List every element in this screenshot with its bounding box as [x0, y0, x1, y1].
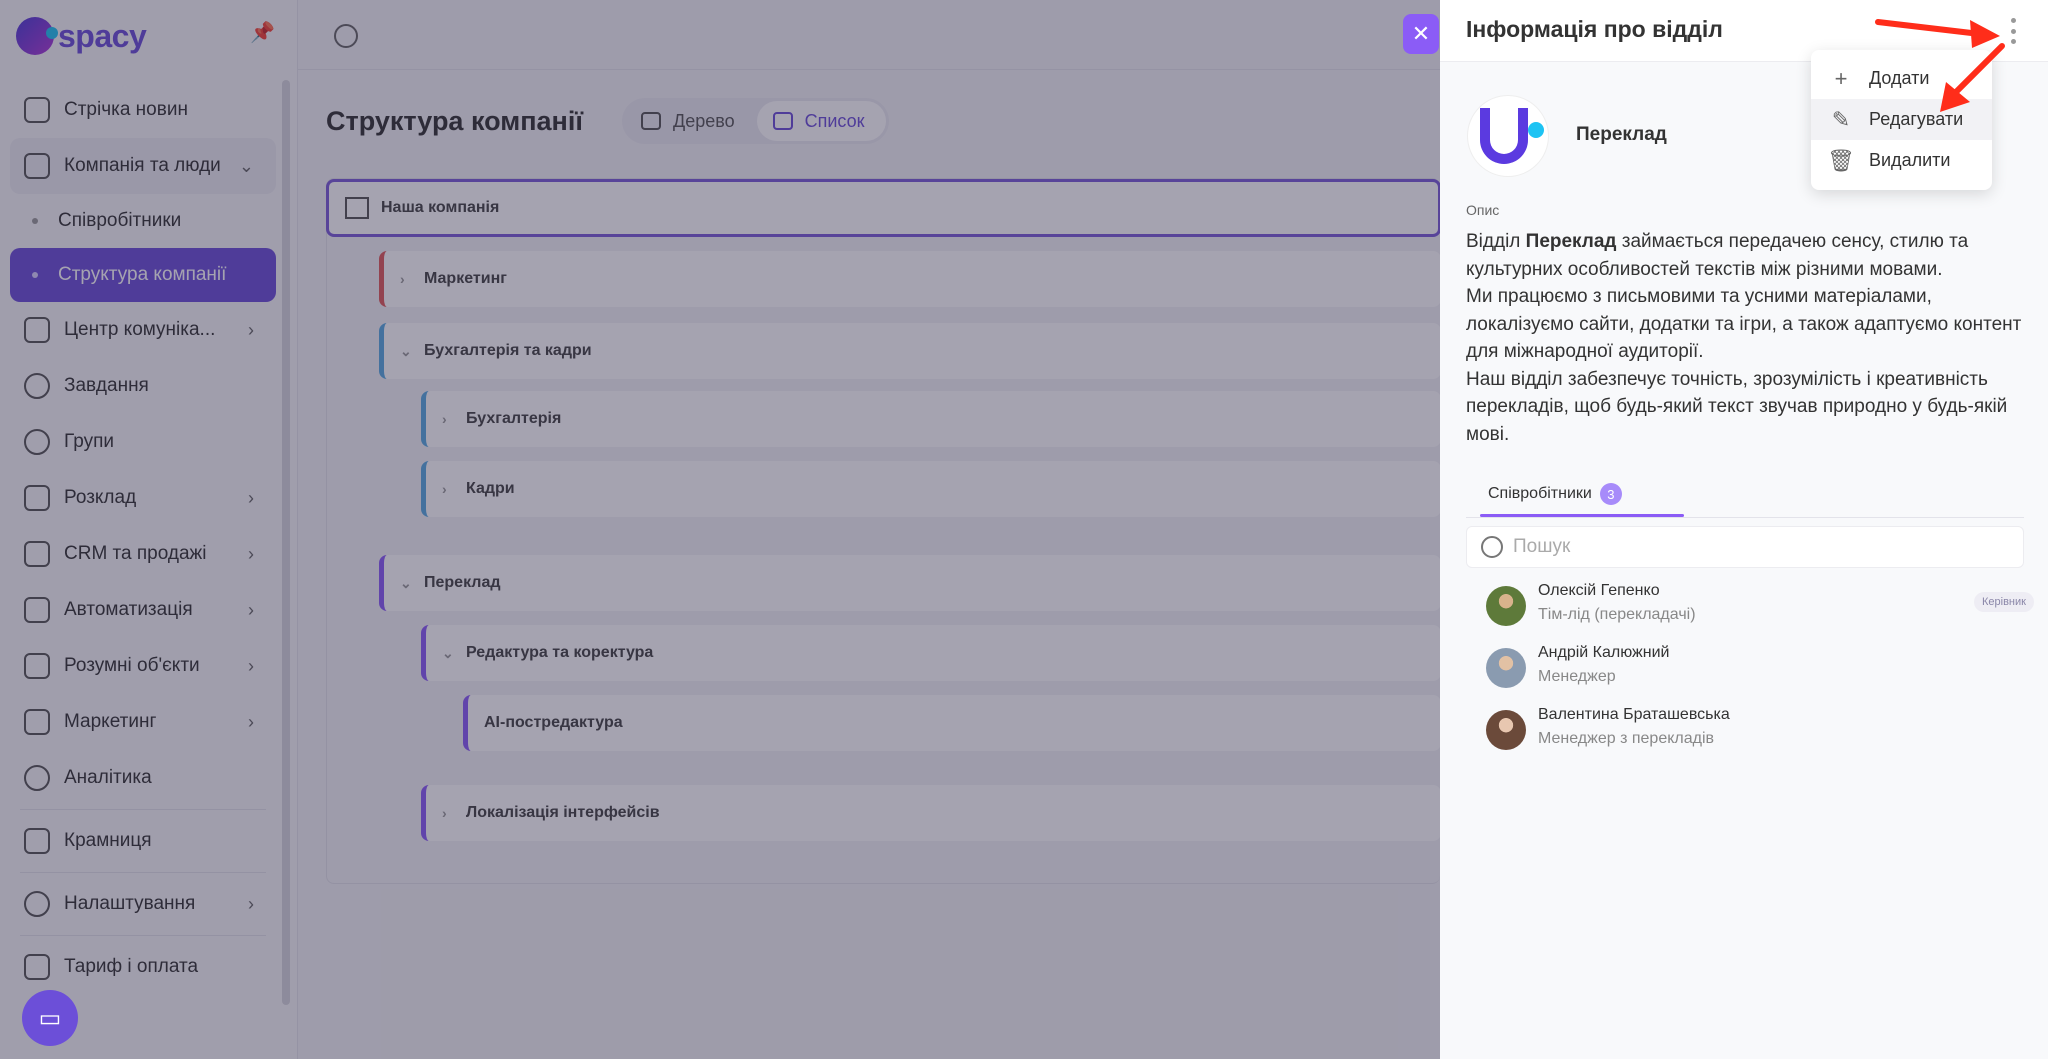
arrow-to-kebab-icon: [1875, 19, 2000, 48]
menu-item-delete[interactable]: 🗑 Видалити: [1811, 140, 1992, 181]
person-name: Андрій Калюжний: [1538, 644, 1670, 661]
panel-title: Інформація про відділ: [1466, 16, 1723, 42]
desc-p1-pre: Відділ: [1466, 231, 1526, 252]
logo-dot-icon: [1528, 122, 1544, 138]
menu-item-label: Видалити: [1869, 150, 1951, 170]
status-badge: Керівник: [1974, 592, 2034, 612]
people-search: [1466, 526, 2024, 568]
tab-label: Співробітники: [1488, 485, 1592, 502]
tab-divider: [1466, 517, 2024, 518]
tab-active-indicator: [1480, 514, 1684, 517]
description-label: Опис: [1466, 202, 1500, 218]
chat-icon: ▭: [38, 1004, 62, 1032]
annotation-arrows: [1875, 19, 2005, 112]
department-avatar: [1468, 96, 1548, 176]
search-icon: [1481, 536, 1503, 558]
avatar: [1486, 648, 1526, 688]
desc-p1-bold: Переклад: [1525, 231, 1617, 252]
trash-icon: 🗑: [1827, 147, 1855, 173]
desc-p3: Наш відділ забезпечує точність, зрозуміл…: [1466, 368, 2008, 445]
person-role: Менеджер: [1538, 668, 1616, 685]
avatar: [1486, 710, 1526, 750]
count-badge: 3: [1599, 483, 1622, 505]
person-name: Валентина Браташевська: [1538, 706, 1730, 723]
pencil-icon: ✎: [1831, 106, 1851, 132]
desc-p2: Ми працюємо з письмовими та усними матер…: [1466, 286, 2022, 362]
tab-employees[interactable]: Співробітники 3: [1480, 470, 1630, 518]
person-name: Олексій Гепенко: [1538, 582, 1660, 599]
chat-button[interactable]: ▭: [22, 990, 78, 1046]
logo-u-icon: [1480, 108, 1528, 164]
person-role: Менеджер з перекладів: [1538, 730, 1715, 747]
department-name: Переклад: [1576, 124, 1667, 145]
people-search-input[interactable]: [1513, 536, 1993, 558]
close-panel-button[interactable]: ✕: [1403, 14, 1439, 54]
plus-icon: +: [1834, 65, 1848, 91]
arrow-to-edit-icon: [1940, 43, 2005, 112]
close-icon: ✕: [1411, 21, 1431, 46]
person-role: Тім-лід (перекладачі): [1538, 606, 1696, 623]
department-description: Відділ Переклад займається передачею сен…: [1466, 228, 2026, 448]
modal-overlay[interactable]: [0, 0, 1440, 1059]
list-item[interactable]: Валентина Браташевська Менеджер з перекл…: [1486, 704, 2026, 758]
avatar: [1486, 586, 1526, 626]
list-item[interactable]: Андрій Калюжний Менеджер: [1486, 642, 2026, 696]
list-item[interactable]: Олексій Гепенко Тім-лід (перекладачі) Ке…: [1486, 580, 2034, 634]
